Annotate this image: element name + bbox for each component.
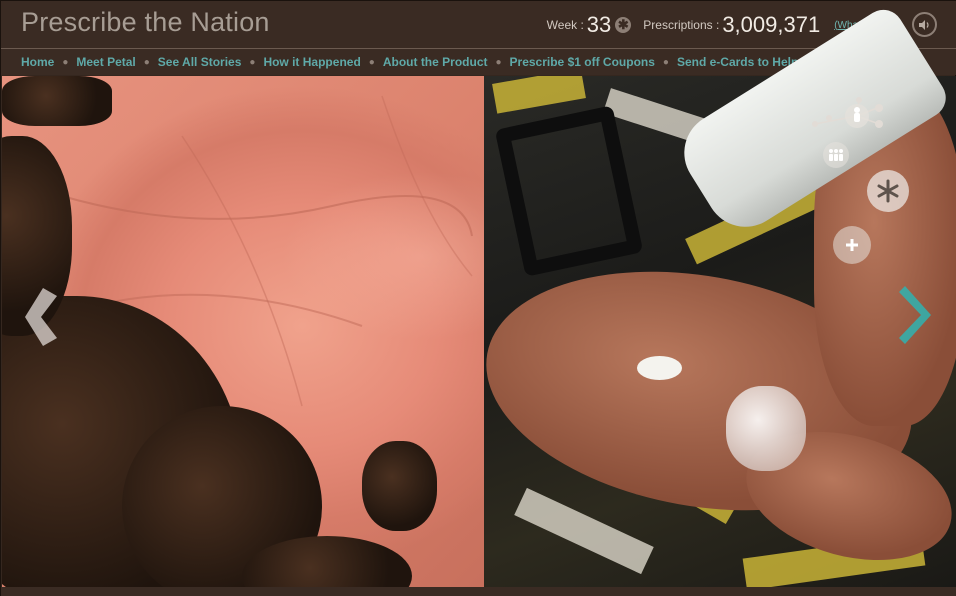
next-button[interactable] <box>899 286 931 344</box>
nav-about-the-product[interactable]: About the Product <box>383 55 488 69</box>
bottle-cap <box>726 386 806 471</box>
nav-coupons[interactable]: Prescribe $1 off Coupons <box>510 55 655 69</box>
nav-see-all-stories[interactable]: See All Stories <box>158 55 242 69</box>
asterisk-button[interactable] <box>867 170 909 212</box>
photo-palm-with-soil <box>2 76 484 587</box>
nav-separator: ● <box>143 56 150 68</box>
sound-toggle-button[interactable] <box>912 12 937 37</box>
plus-icon <box>846 239 858 251</box>
nav-separator: ● <box>249 56 256 68</box>
soil-clump <box>2 76 112 126</box>
fabric-pattern <box>492 76 586 114</box>
nav-separator: ● <box>495 56 502 68</box>
speaker-icon <box>919 19 929 30</box>
nav-separator: ● <box>662 56 669 68</box>
week-value: 33 <box>586 12 612 37</box>
nav-separator: ● <box>368 56 375 68</box>
prev-button[interactable] <box>23 288 61 346</box>
story-controls <box>809 96 929 266</box>
chevron-right-icon <box>899 286 931 344</box>
header-bar: Prescribe the Nation Week : 33 ✱ Prescri… <box>1 1 956 48</box>
camera-strap <box>494 105 644 277</box>
asterisk-icon <box>877 179 899 203</box>
app-frame: Prescribe the Nation Week : 33 ✱ Prescri… <box>0 0 956 596</box>
prescriptions-value: 3,009,371 <box>722 12 821 37</box>
group-button[interactable] <box>823 142 849 168</box>
week-label: Week : <box>546 18 584 32</box>
nav-meet-petal[interactable]: Meet Petal <box>76 55 135 69</box>
lotion-drop <box>637 356 682 380</box>
group-icon <box>829 149 843 161</box>
soil-clump <box>362 441 437 531</box>
nav-how-it-happened[interactable]: How it Happened <box>263 55 360 69</box>
nav-home[interactable]: Home <box>21 55 54 69</box>
prescriptions-label: Prescriptions : <box>643 18 720 32</box>
chevron-left-icon <box>25 288 57 346</box>
fabric-pattern <box>514 487 654 575</box>
nav-separator: ● <box>62 56 69 68</box>
asterisk-icon: ✱ <box>615 17 632 33</box>
site-title[interactable]: Prescribe the Nation <box>21 7 270 38</box>
footer-bar <box>1 587 956 596</box>
add-button[interactable] <box>833 226 871 264</box>
